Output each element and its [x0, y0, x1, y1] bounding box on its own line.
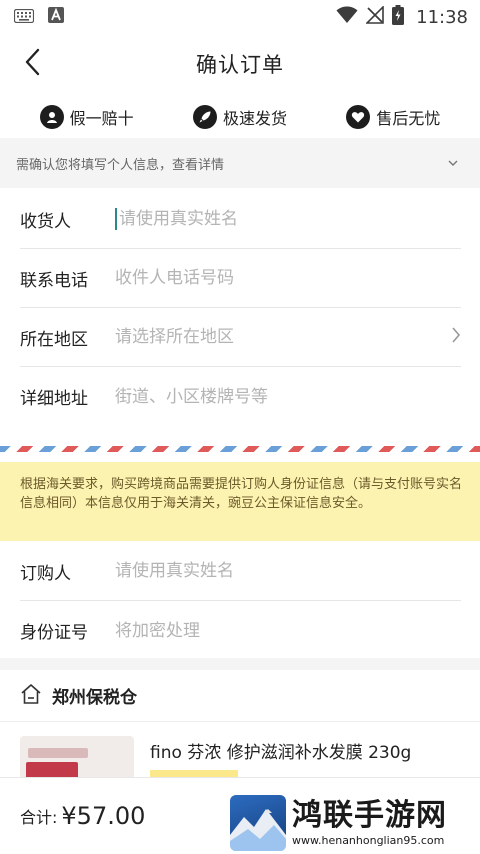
- back-button[interactable]: [14, 44, 50, 84]
- watermark-url: www.henanhonglian95.com: [292, 834, 445, 847]
- warehouse-header: 郑州保税仓: [0, 670, 480, 722]
- nav-bar: 确认订单: [0, 34, 480, 94]
- detail-address-label: 详细地址: [20, 389, 88, 409]
- home-icon: [20, 683, 42, 709]
- badge-icon: [39, 105, 64, 129]
- page-title: 确认订单: [196, 53, 284, 77]
- no-signal-icon: [365, 5, 384, 28]
- recipient-input[interactable]: [119, 204, 461, 234]
- guarantee-label: 售后无忧: [376, 109, 441, 128]
- detail-address-row: 详细地址: [20, 367, 461, 426]
- total-label: 合计:: [20, 808, 58, 827]
- total-amount: ¥57.00: [61, 802, 146, 830]
- thumbnail-detail: [28, 748, 88, 758]
- phone-input[interactable]: [115, 263, 461, 293]
- warehouse-name: 郑州保税仓: [52, 688, 137, 708]
- battery-charging-icon: [392, 5, 405, 29]
- guarantee-label: 极速发货: [222, 109, 287, 128]
- chevron-left-icon: [24, 48, 40, 80]
- keyboard-icon: [13, 8, 35, 27]
- thumbnail-detail: [26, 762, 78, 778]
- guarantee-after-sales: 售后无忧: [346, 105, 440, 129]
- guarantee-label: 假一赔十: [69, 109, 134, 128]
- heart-icon: [346, 105, 371, 129]
- status-right: 11:38: [336, 5, 468, 29]
- watermark-logo-icon: [230, 795, 286, 851]
- phone-label: 联系电话: [20, 270, 88, 291]
- status-bar: 11:38: [0, 0, 480, 34]
- product-item[interactable]: fino 芬浓 修护滋润补水发膜 230g: [20, 736, 460, 778]
- watermark-text: 鸿联手游网 www.henanhonglian95.com: [292, 798, 447, 848]
- info-bar-text: 需确认您将填写个人信息，查看详情: [16, 157, 225, 173]
- product-name: fino 芬浓 修护滋润补水发膜 230g: [150, 743, 412, 763]
- chevron-down-icon: [448, 156, 458, 171]
- id-number-row: 身份证号: [20, 601, 461, 660]
- buyer-name-row: 订购人: [20, 542, 461, 601]
- status-left: [13, 7, 64, 27]
- rocket-icon: [192, 105, 217, 129]
- text-caret: [115, 208, 117, 230]
- buyer-name-label: 订购人: [20, 563, 71, 584]
- guarantee-fast-shipping: 极速发货: [192, 105, 287, 129]
- guarantees-row: 假一赔十 极速发货 售后无忧: [0, 96, 480, 138]
- detail-address-input[interactable]: [115, 381, 461, 412]
- section-divider: [0, 658, 480, 670]
- watermark-title: 鸿联手游网: [292, 798, 447, 833]
- buyer-name-input[interactable]: [115, 556, 461, 586]
- guarantee-authentic: 假一赔十: [39, 105, 134, 129]
- status-time: 11:38: [416, 6, 468, 28]
- recipient-row: 收货人: [20, 190, 461, 249]
- a-app-icon: [48, 7, 64, 27]
- phone-row: 联系电话: [20, 249, 461, 308]
- product-thumbnail: [20, 736, 134, 778]
- customs-notice: 根据海关要求，购买跨境商品需要提供订购人身份证信息（请与支付账号实名信息相同）本…: [0, 462, 480, 541]
- chevron-right-icon: [451, 326, 461, 348]
- id-number-label: 身份证号: [20, 623, 88, 643]
- region-label: 所在地区: [20, 329, 88, 350]
- region-row[interactable]: 所在地区: [20, 308, 461, 367]
- airmail-divider: [0, 446, 480, 452]
- id-number-input[interactable]: [115, 615, 461, 646]
- personal-info-notice[interactable]: 需确认您将填写个人信息，查看详情: [0, 138, 480, 188]
- watermark: 鸿联手游网 www.henanhonglian95.com: [230, 792, 480, 854]
- wifi-icon: [336, 6, 358, 28]
- region-select[interactable]: [115, 322, 461, 352]
- recipient-label: 收货人: [20, 211, 71, 232]
